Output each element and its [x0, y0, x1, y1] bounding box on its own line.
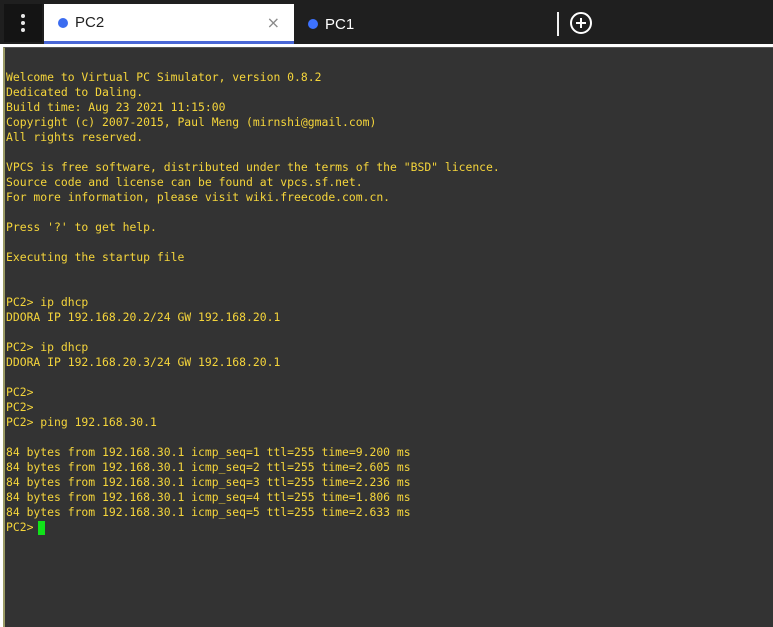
- tab-bar: PC2 × PC1: [0, 0, 773, 44]
- terminal-output: Welcome to Virtual PC Simulator, version…: [6, 70, 500, 519]
- tab-pc1[interactable]: PC1: [296, 4, 558, 44]
- status-dot-icon: [308, 19, 318, 29]
- terminal-prompt-line[interactable]: PC2>: [5, 520, 773, 535]
- vertical-dots-icon: [21, 14, 25, 32]
- plus-circle-icon[interactable]: [570, 12, 592, 34]
- vpcs-window: PC2 × PC1 Welcome to Virtual PC Simulato…: [0, 0, 773, 627]
- tab-label: PC2: [75, 14, 105, 31]
- tab-pc2[interactable]: PC2 ×: [44, 4, 294, 44]
- text-cursor: [38, 520, 46, 535]
- tab-separator: [557, 12, 559, 36]
- close-icon[interactable]: ×: [267, 13, 280, 32]
- tab-label: PC1: [325, 15, 355, 33]
- terminal-prompt: PC2>: [6, 520, 34, 534]
- terminal-console[interactable]: Welcome to Virtual PC Simulator, version…: [3, 47, 773, 627]
- menu-button[interactable]: [4, 4, 42, 42]
- status-dot-icon: [58, 17, 68, 28]
